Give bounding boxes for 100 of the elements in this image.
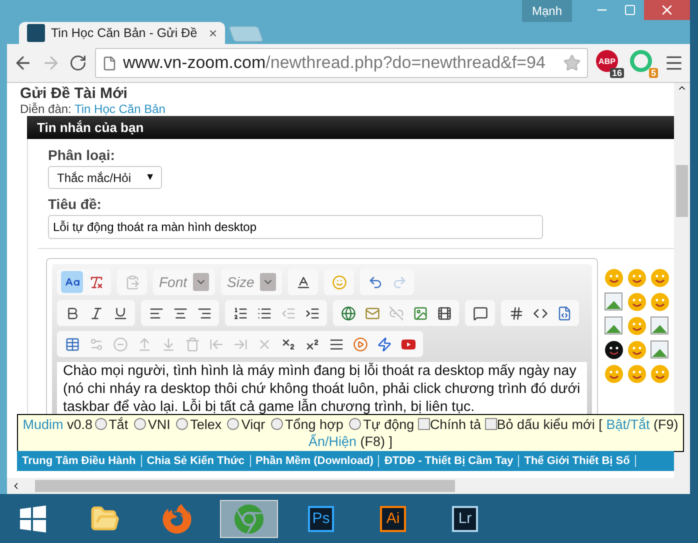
app-logo: Ps [308,506,334,532]
show-hide-link[interactable]: Ẩn/Hiện [308,434,356,449]
shortcut-text: (F9) [654,417,678,432]
caret-icon: ▼ [145,172,155,183]
remove-format-icon [88,274,104,290]
mode-label: VNI [148,417,170,432]
smiley-icon[interactable] [627,292,647,312]
mode-radio[interactable] [176,418,188,430]
smiley-icon[interactable] [650,364,670,384]
option-label: Chính tả [430,417,481,432]
browser-tab[interactable]: Tin Học Căn Bản - Gửi Đề × [19,22,225,44]
app-button[interactable]: Ps [292,500,350,538]
smiley-icon[interactable] [627,340,647,360]
tab-close-button[interactable]: × [208,25,217,41]
maximize-icon [624,4,636,16]
app-logo: Ai [380,506,406,532]
mode-label: Telex [190,417,222,432]
table-icon [64,336,80,352]
smiley-icon[interactable] [604,340,624,360]
nav-link[interactable]: Thế Giới Thiết Bị Số [519,455,636,467]
reload-icon [69,54,87,72]
link-icon [340,306,356,320]
smiley-icon[interactable] [604,364,624,384]
page-title: Gửi Đề Tài Mới [20,85,128,102]
quote-icon [472,306,488,320]
subject-field[interactable]: Lỗi tự động thoát ra màn hình desktop [48,215,543,239]
outdent-icon [280,306,296,320]
option-checkbox[interactable] [418,418,430,430]
caret-icon [260,273,276,291]
undo-icon [368,274,383,290]
youtube-icon [400,336,416,352]
reload-button[interactable] [69,54,87,72]
chrome-button[interactable] [220,500,278,538]
table-settings-icon [88,336,104,352]
broken-image-icon[interactable] [604,292,624,312]
site-logo-icon [27,24,45,42]
subscript-icon [280,336,296,352]
profile-button[interactable]: Mạnh [522,0,572,22]
option-checkbox[interactable] [484,418,497,430]
address-bar[interactable]: www.vn-zoom.com/newthread.php?do=newthread&f=94 [95,48,588,78]
extension-button[interactable]: 5 [630,50,656,76]
app-button[interactable]: Lr [436,500,494,538]
smiley-icon[interactable] [627,268,647,288]
mode-radio[interactable] [349,418,362,430]
broken-image-icon[interactable] [650,316,670,336]
app-button[interactable]: Ai [364,500,422,538]
extension-button[interactable]: ABP 16 [596,50,622,76]
chrome-icon [234,504,264,534]
row-delete-icon [184,336,200,352]
italic-icon [88,306,104,320]
nav-link[interactable]: Phần Mềm (Download) [250,455,380,467]
align-left-icon [148,306,164,320]
category-select[interactable]: Thắc mắc/Hỏi ▼ [48,166,162,189]
nav-link[interactable]: Chia Sẻ Kiến Thức [142,455,251,467]
mode-radio[interactable] [94,418,107,430]
paste-icon [124,274,140,290]
message-text[interactable]: Chào mọi người, tình hình là máy mình đang bị lỗi thoát ra desktop mấy ngày nay (nó chi nháy ra desktop thôi chứ không thoát luôn, phải click chương trình đó dưới taskbar để vào lại. Lỗi bị tất cả game lẫn chương trình, bị liên tục. [57,362,587,416]
nav-link[interactable]: Trung Tâm Điều Hành [17,455,142,467]
count-badge: 5 [648,68,658,78]
mudim-link[interactable]: Mudim [22,417,64,432]
url-path: /newthread.php?do=newthread&f=94 [266,53,546,73]
color-icon [296,274,311,290]
align-center-icon [172,306,188,320]
firefox-icon [162,504,192,534]
smiley-icon[interactable] [604,268,624,288]
broken-image-icon[interactable] [650,340,670,360]
mode-label: Tổng hợp [284,417,344,432]
col-before-icon [208,336,224,352]
forum-link[interactable]: Tin Học Căn Bản [74,102,166,116]
image-icon [412,306,428,320]
row-after-icon [160,336,176,352]
close-button[interactable] [644,0,690,20]
redo-icon [392,274,407,290]
option-label: Bỏ dấu kiểu mới [496,417,595,432]
field-label: Tiêu đề: [48,196,102,212]
font-select[interactable]: Font [157,271,212,293]
video-icon [436,306,452,320]
scroll-thumb[interactable] [35,480,455,492]
mode-radio[interactable] [227,418,240,430]
flash-icon [376,336,392,352]
underline-icon [112,306,128,320]
scroll-thumb[interactable] [676,165,688,217]
smiley-icon[interactable] [650,268,670,288]
smiley-icon[interactable] [650,292,670,312]
toggle-link[interactable]: Bật/Tắt [606,417,650,432]
app-logo: Lr [452,506,478,532]
page-icon [102,56,117,70]
wysiwyg-button[interactable] [61,271,83,293]
mode-radio[interactable] [134,418,146,430]
mode-radio[interactable] [270,418,283,430]
section-header: Tin nhắn của bạn [27,116,674,139]
font-select[interactable]: Size [225,271,278,293]
version-text: v0.8 [67,417,93,432]
smiley-icon[interactable] [627,364,647,384]
list-icon [256,306,272,320]
smiley-icon[interactable] [627,316,647,336]
bookmark-star-icon[interactable] [563,54,581,72]
col-after-icon [232,336,248,352]
horizontal-scrollbar[interactable] [7,478,690,494]
nav-link[interactable]: ĐTDĐ - Thiết Bị Cầm Tay [379,455,520,467]
